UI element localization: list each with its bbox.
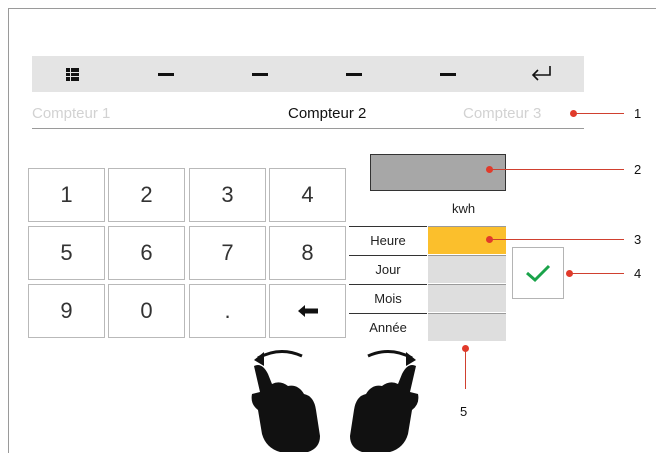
callout-number: 4 [634, 266, 642, 281]
confirm-button[interactable] [512, 247, 564, 299]
period-label-annee: Année [349, 313, 427, 341]
key-4[interactable]: 4 [269, 168, 346, 222]
period-value-mois[interactable] [428, 284, 506, 312]
enter-button[interactable] [521, 56, 561, 92]
key-6[interactable]: 6 [108, 226, 185, 280]
checkmark-icon [526, 264, 551, 283]
period-value-annee[interactable] [428, 313, 506, 341]
callout-number: 2 [634, 162, 642, 177]
dash-icon [346, 72, 362, 76]
key-1[interactable]: 1 [28, 168, 105, 222]
enter-icon [531, 66, 551, 81]
callout-line [574, 113, 624, 114]
unit-label: kwh [452, 201, 476, 216]
callout-line [490, 239, 624, 240]
callout-number: 1 [634, 106, 642, 121]
key-5[interactable]: 5 [28, 226, 105, 280]
toolbar-slot-4[interactable] [428, 56, 468, 92]
key-8[interactable]: 8 [269, 226, 346, 280]
value-display [370, 154, 506, 191]
tab-compteur-2[interactable]: Compteur 2 [288, 105, 366, 122]
tab-compteur-3[interactable]: Compteur 3 [463, 105, 541, 122]
key-0[interactable]: 0 [108, 284, 185, 338]
dash-icon [158, 72, 174, 76]
key-2[interactable]: 2 [108, 168, 185, 222]
period-value-jour[interactable] [428, 255, 506, 283]
callout-line [465, 349, 466, 389]
callout-line [490, 169, 624, 170]
meter-tabs: Compteur 1 Compteur 2 Compteur 3 [32, 100, 584, 128]
tab-compteur-1[interactable]: Compteur 1 [32, 105, 110, 122]
grid-menu-button[interactable] [52, 56, 92, 92]
grid-icon [65, 67, 79, 81]
key-7[interactable]: 7 [189, 226, 266, 280]
callout-number: 3 [634, 232, 642, 247]
key-3[interactable]: 3 [189, 168, 266, 222]
toolbar [32, 56, 584, 92]
period-label-jour: Jour [349, 255, 427, 283]
backspace-key[interactable] [269, 284, 346, 338]
callout-line [570, 273, 624, 274]
arrow-left-icon [297, 305, 318, 317]
toolbar-slot-2[interactable] [240, 56, 280, 92]
dash-icon [252, 72, 268, 76]
toolbar-slot-1[interactable] [146, 56, 186, 92]
dash-icon [440, 72, 456, 76]
period-label-mois: Mois [349, 284, 427, 312]
callout-number: 5 [460, 404, 468, 419]
key-9[interactable]: 9 [28, 284, 105, 338]
swipe-gesture-icon [251, 350, 419, 452]
key-decimal[interactable]: . [189, 284, 266, 338]
tab-underline [32, 128, 584, 129]
period-value-heure[interactable] [428, 226, 506, 254]
toolbar-slot-3[interactable] [334, 56, 374, 92]
period-label-heure: Heure [349, 226, 427, 254]
